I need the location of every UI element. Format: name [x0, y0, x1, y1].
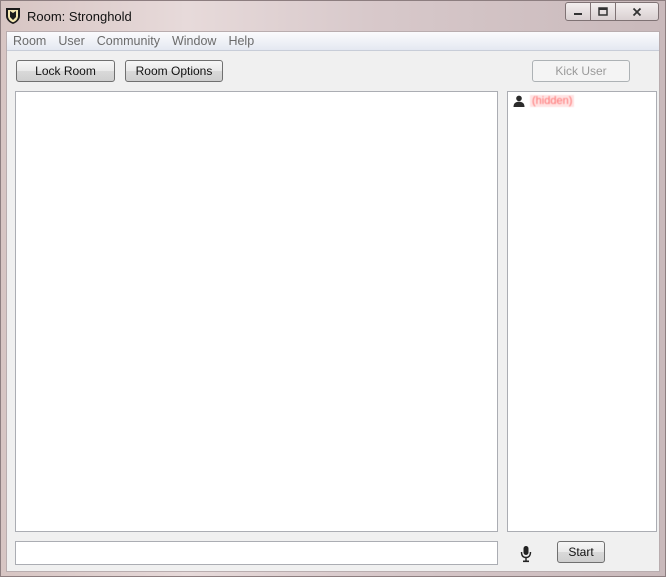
window-title: Room: Stronghold [27, 9, 132, 24]
chat-log[interactable] [15, 91, 498, 532]
user-name: (hidden) [530, 95, 575, 107]
menu-community[interactable]: Community [91, 34, 166, 48]
start-voice-button[interactable]: Start [557, 541, 605, 563]
minimize-button[interactable] [565, 2, 591, 21]
menu-bar: Room User Community Window Help [7, 32, 659, 51]
person-icon [513, 95, 525, 107]
title-bar[interactable]: Room: Stronghold [1, 1, 665, 31]
client-area: Room User Community Window Help Lock Roo… [6, 31, 660, 572]
room-options-button[interactable]: Room Options [125, 60, 223, 82]
user-list-item[interactable]: (hidden) [513, 95, 575, 107]
close-button[interactable] [615, 2, 659, 21]
menu-help[interactable]: Help [222, 34, 260, 48]
lock-room-button[interactable]: Lock Room [16, 60, 115, 82]
menu-window[interactable]: Window [166, 34, 222, 48]
room-window: Room: Stronghold Room User Community Win… [0, 0, 666, 577]
close-icon [632, 7, 642, 16]
message-input[interactable] [15, 541, 498, 565]
maximize-button[interactable] [590, 2, 616, 21]
menu-room[interactable]: Room [7, 34, 52, 48]
maximize-icon [598, 6, 608, 16]
window-controls [565, 2, 659, 22]
minimize-icon [574, 12, 582, 15]
user-list[interactable]: (hidden) [507, 91, 657, 532]
kick-user-button[interactable]: Kick User [532, 60, 630, 82]
microphone-icon[interactable] [520, 545, 532, 563]
menu-user[interactable]: User [52, 34, 90, 48]
shield-logo-icon [6, 8, 20, 24]
